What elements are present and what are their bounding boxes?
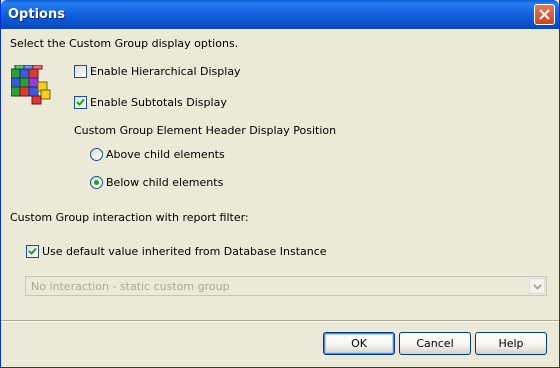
- subtotals-checkbox[interactable]: [74, 96, 87, 109]
- interaction-dropdown-value: No interaction - static custom group: [31, 280, 230, 293]
- radio-below-label[interactable]: Below child elements: [106, 176, 223, 189]
- footer-divider: [1, 320, 559, 322]
- hierarchical-checkbox[interactable]: [74, 65, 87, 78]
- interaction-label: Custom Group interaction with report fil…: [10, 211, 249, 224]
- subtotals-label[interactable]: Enable Subtotals Display: [90, 96, 227, 109]
- dropdown-arrow-button[interactable]: [529, 278, 545, 294]
- description-text: Select the Custom Group display options.: [10, 37, 239, 50]
- radio-above-label[interactable]: Above child elements: [106, 148, 225, 161]
- checkmark-icon: [28, 247, 37, 255]
- radio-selected-dot: [94, 180, 99, 185]
- checkmark-icon: [76, 98, 85, 106]
- chevron-down-icon: [533, 284, 542, 290]
- radio-above-child[interactable]: [90, 148, 103, 161]
- close-icon: [539, 9, 550, 20]
- hierarchical-label[interactable]: Enable Hierarchical Display: [90, 65, 241, 78]
- radio-below-child[interactable]: [90, 176, 103, 189]
- ok-button[interactable]: OK: [323, 332, 395, 355]
- cube-grid-icon: [11, 65, 51, 105]
- cancel-button[interactable]: Cancel: [399, 332, 471, 355]
- use-default-checkbox[interactable]: [26, 245, 39, 258]
- close-button[interactable]: [534, 4, 555, 25]
- use-default-label[interactable]: Use default value inherited from Databas…: [42, 245, 327, 258]
- interaction-dropdown[interactable]: No interaction - static custom group: [25, 276, 547, 296]
- options-dialog: Options Select the Custom Group display …: [0, 0, 560, 368]
- window-title: Options: [8, 7, 65, 22]
- header-position-label: Custom Group Element Header Display Posi…: [74, 124, 337, 137]
- title-bar[interactable]: Options: [1, 0, 559, 29]
- help-button[interactable]: Help: [475, 332, 547, 355]
